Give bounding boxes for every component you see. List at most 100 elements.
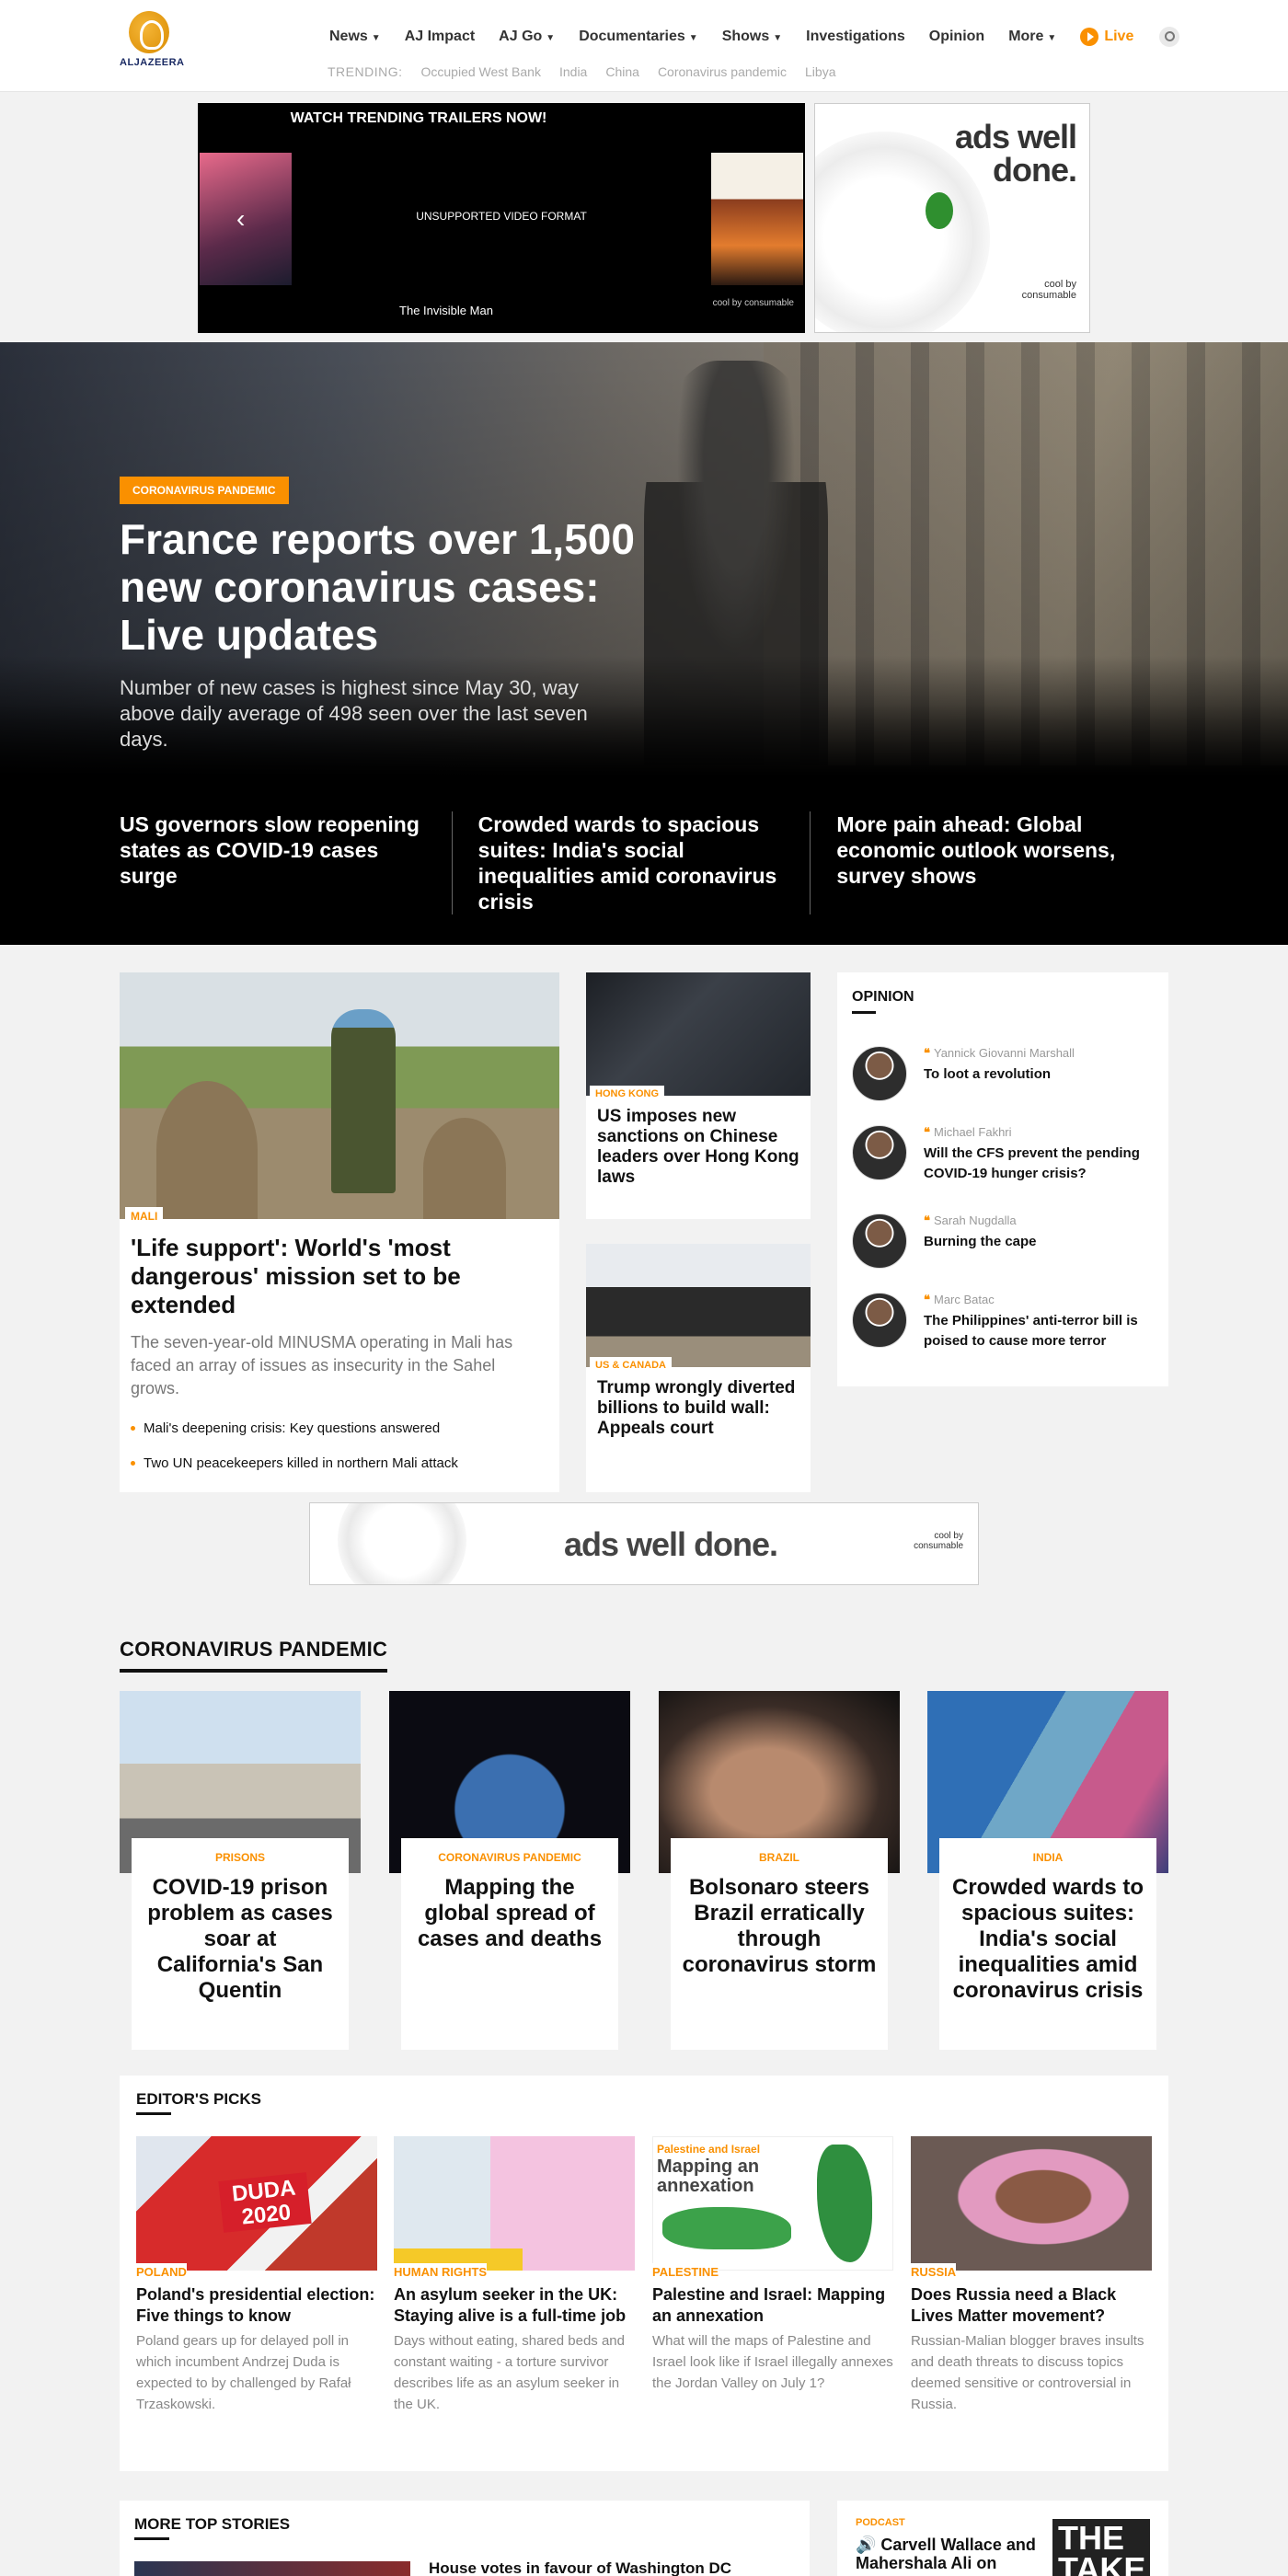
- card-topic-tag[interactable]: INDIA: [939, 1851, 1156, 1864]
- opinion-title[interactable]: Burning the cape: [924, 1232, 1157, 1252]
- coronavirus-card[interactable]: INDIA Crowded wards to spacious suites: …: [927, 1691, 1168, 2050]
- opinion-title[interactable]: To loot a revolution: [924, 1064, 1157, 1085]
- aljazeera-logo[interactable]: ALJAZEERA: [120, 11, 184, 81]
- coronavirus-card[interactable]: CORONAVIRUS PANDEMIC Mapping the global …: [389, 1691, 630, 2050]
- editors-picks-heading: EDITOR'S PICKS: [136, 2090, 261, 2108]
- feature-topic-tag[interactable]: MALI: [125, 1207, 164, 1225]
- story-headline[interactable]: US imposes new sanctions on Chinese lead…: [597, 1107, 799, 1188]
- live-button[interactable]: Live: [1080, 28, 1133, 46]
- card-headline[interactable]: Bolsonaro steers Brazil erratically thro…: [671, 1875, 888, 1978]
- territory-map-shape: [817, 2145, 872, 2262]
- story-card: HONG KONG US imposes new sanctions on Ch…: [586, 972, 811, 1219]
- opinion-heading: OPINION: [852, 989, 914, 1005]
- trending-link[interactable]: Coronavirus pandemic: [658, 64, 787, 79]
- pick-summary: Russian-Malian blogger braves insults an…: [911, 2333, 1144, 2412]
- video-caption: The Invisible Man: [399, 304, 493, 317]
- feature-image[interactable]: [120, 972, 559, 1219]
- opinion-item[interactable]: ❝ Yannick Giovanni Marshall To loot a rev…: [852, 1046, 1156, 1110]
- speaker-icon: 🔊: [856, 2536, 881, 2554]
- card-text-box: BRAZIL Bolsonaro steers Brazil erratical…: [671, 1838, 888, 2050]
- card-topic-tag[interactable]: CORONAVIRUS PANDEMIC: [401, 1851, 618, 1864]
- video-ad-title: WATCH TRENDING TRAILERS NOW!: [290, 110, 547, 126]
- feature-headline[interactable]: 'Life support': World's 'most dangerous'…: [131, 1234, 535, 1319]
- logo-mark-icon: [129, 11, 169, 53]
- nav-news[interactable]: News ▼: [329, 29, 381, 45]
- pick-headline[interactable]: Poland's presidential election: Five thi…: [136, 2284, 377, 2327]
- pick-topic-tag[interactable]: PALESTINE: [652, 2263, 719, 2281]
- opinion-author: ❝ Yannick Giovanni Marshall: [924, 1046, 1075, 1060]
- card-topic-tag[interactable]: BRAZIL: [671, 1851, 888, 1864]
- banner-ad-headline: ads well done.: [564, 1525, 778, 1563]
- coronavirus-card[interactable]: PRISONS COVID-19 prison problem as cases…: [120, 1691, 361, 2050]
- card-headline[interactable]: COVID-19 prison problem as cases soar at…: [132, 1875, 349, 2004]
- coronavirus-card[interactable]: BRAZIL Bolsonaro steers Brazil erratical…: [659, 1691, 900, 2050]
- nav-investigations[interactable]: Investigations: [806, 29, 905, 45]
- story-image[interactable]: [586, 1244, 811, 1367]
- trending-link[interactable]: Occupied West Bank: [421, 64, 541, 79]
- chevron-down-icon: ▼: [1047, 33, 1057, 43]
- editors-pick-item[interactable]: Palestine and Israel Mapping an annexati…: [652, 2136, 893, 2394]
- movie-poster[interactable]: [711, 153, 803, 285]
- card-headline[interactable]: Crowded wards to spacious suites: India'…: [939, 1875, 1156, 2004]
- feature-story-card: MALI 'Life support': World's 'most dange…: [120, 972, 559, 1492]
- hero-headline[interactable]: France reports over 1,500 new coronaviru…: [120, 515, 635, 659]
- nav-aj-impact[interactable]: AJ Impact: [405, 29, 475, 45]
- editors-pick-item[interactable]: HUMAN RIGHTS An asylum seeker in the UK:…: [394, 2136, 635, 2415]
- nav-more[interactable]: More ▼: [1008, 29, 1056, 45]
- hero-topic-badge[interactable]: CORONAVIRUS PANDEMIC: [120, 477, 289, 504]
- trending-link[interactable]: Libya: [805, 64, 835, 79]
- heading-underline: [136, 2112, 171, 2115]
- editors-pick-item[interactable]: DUDA 2020 POLAND Poland's presidential e…: [136, 2136, 377, 2415]
- opinion-title[interactable]: The Philippines' anti-terror bill is poi…: [924, 1311, 1157, 1351]
- hero-related-link[interactable]: Crowded wards to spacious suites: India'…: [451, 811, 811, 914]
- pick-topic-tag[interactable]: RUSSIA: [911, 2263, 957, 2281]
- card-topic-tag[interactable]: PRISONS: [132, 1851, 349, 1864]
- story-topic-tag[interactable]: HONG KONG: [590, 1086, 665, 1102]
- nav-opinion[interactable]: Opinion: [929, 29, 984, 45]
- story-image[interactable]: [586, 972, 811, 1096]
- side-ad[interactable]: ads well done. cool by consumable: [814, 103, 1090, 333]
- opinion-panel: OPINION ❝ Yannick Giovanni Marshall To lo…: [837, 972, 1168, 1386]
- trending-link[interactable]: China: [605, 64, 639, 79]
- video-ad[interactable]: WATCH TRENDING TRAILERS NOW! ‹ UNSUPPORT…: [198, 103, 805, 333]
- story-image: [911, 2136, 1152, 2271]
- story-image: DUDA 2020: [136, 2136, 377, 2271]
- pick-topic-tag[interactable]: HUMAN RIGHTS: [394, 2263, 488, 2281]
- pick-headline[interactable]: Palestine and Israel: Mapping an annexat…: [652, 2284, 893, 2327]
- hero-related-link[interactable]: US governors slow reopening states as CO…: [120, 811, 452, 914]
- story-topic-tag[interactable]: US & CANADA: [590, 1357, 672, 1374]
- banner-ad[interactable]: ads well done. cool by consumable: [309, 1502, 979, 1585]
- related-link[interactable]: Two UN peacekeepers killed in northern M…: [131, 1455, 535, 1473]
- pick-headline[interactable]: Does Russia need a Black Lives Matter mo…: [911, 2284, 1152, 2327]
- pick-headline[interactable]: An asylum seeker in the UK: Staying aliv…: [394, 2284, 635, 2327]
- campaign-sign: DUDA 2020: [218, 2172, 312, 2233]
- opinion-title[interactable]: Will the CFS prevent the pending COVID-1…: [924, 1144, 1157, 1184]
- story-headline[interactable]: House votes in favour of Washington DC: [429, 2559, 731, 2576]
- nav-aj-go[interactable]: AJ Go ▼: [499, 29, 555, 45]
- world-map-shape: [662, 2207, 791, 2249]
- story-image[interactable]: [134, 2561, 410, 2576]
- search-icon[interactable]: [1159, 27, 1180, 47]
- play-icon: [1080, 28, 1099, 46]
- pick-topic-tag[interactable]: POLAND: [136, 2263, 187, 2281]
- opinion-item[interactable]: ❝ Sarah Nugdalla Burning the cape: [852, 1213, 1156, 1278]
- the-take-logo[interactable]: THE TAKE: [1052, 2519, 1150, 2576]
- card-headline[interactable]: Mapping the global spread of cases and d…: [401, 1875, 618, 1952]
- author-avatar: [852, 1293, 907, 1348]
- nav-shows[interactable]: Shows ▼: [722, 29, 782, 45]
- opinion-item[interactable]: ❝ Michael Fakhri Will the CFS prevent the…: [852, 1125, 1156, 1190]
- section-heading-coronavirus[interactable]: CORONAVIRUS PANDEMIC: [120, 1638, 388, 1673]
- story-headline[interactable]: Trump wrongly diverted billions to build…: [597, 1378, 799, 1439]
- pick-summary: What will the maps of Palestine and Isra…: [652, 2333, 893, 2391]
- trending-link[interactable]: India: [559, 64, 587, 79]
- hero-related-link[interactable]: More pain ahead: Global economic outlook…: [810, 811, 1168, 914]
- editors-pick-item[interactable]: RUSSIA Does Russia need a Black Lives Ma…: [911, 2136, 1152, 2415]
- podcast-title[interactable]: 🔊 Carvell Wallace and Mahershala Ali on: [856, 2536, 1058, 2572]
- feature-related-list: Mali's deepening crisis: Key questions a…: [131, 1420, 535, 1473]
- termite-mound: [423, 1118, 506, 1219]
- related-link[interactable]: Mali's deepening crisis: Key questions a…: [131, 1420, 535, 1438]
- nav-documentaries[interactable]: Documentaries ▼: [579, 29, 698, 45]
- opinion-item[interactable]: ❝ Marc Batac The Philippines' anti-terror…: [852, 1293, 1156, 1357]
- main-nav: News ▼ AJ Impact AJ Go ▼ Documentaries ▼ Sh…: [329, 26, 1180, 48]
- chevron-down-icon: ▼: [371, 33, 381, 43]
